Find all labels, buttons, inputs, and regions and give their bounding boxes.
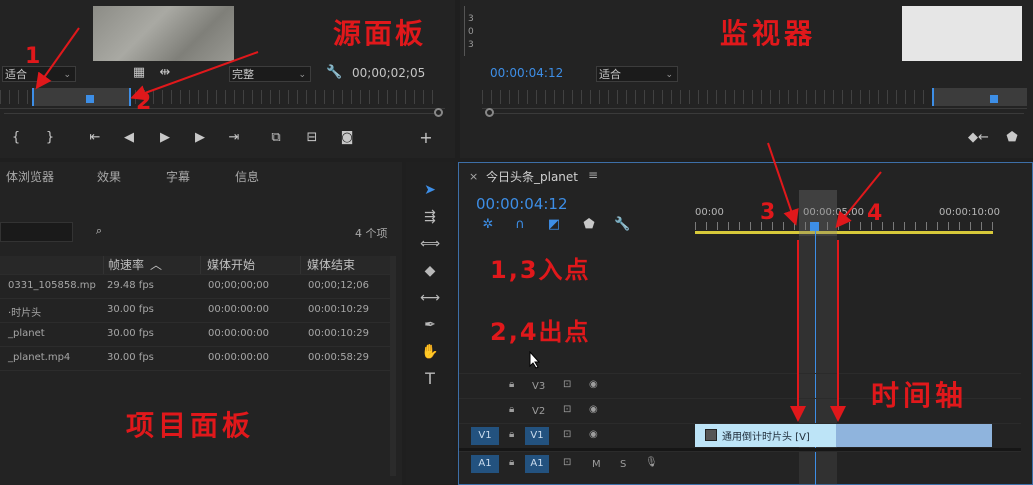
annotation-arrows [35,27,882,422]
arrow-2 [130,51,259,101]
mouse-cursor-icon [529,351,541,369]
arrow-3 [767,142,799,226]
arrow-4 [835,171,882,229]
arrow-1 [35,27,80,90]
